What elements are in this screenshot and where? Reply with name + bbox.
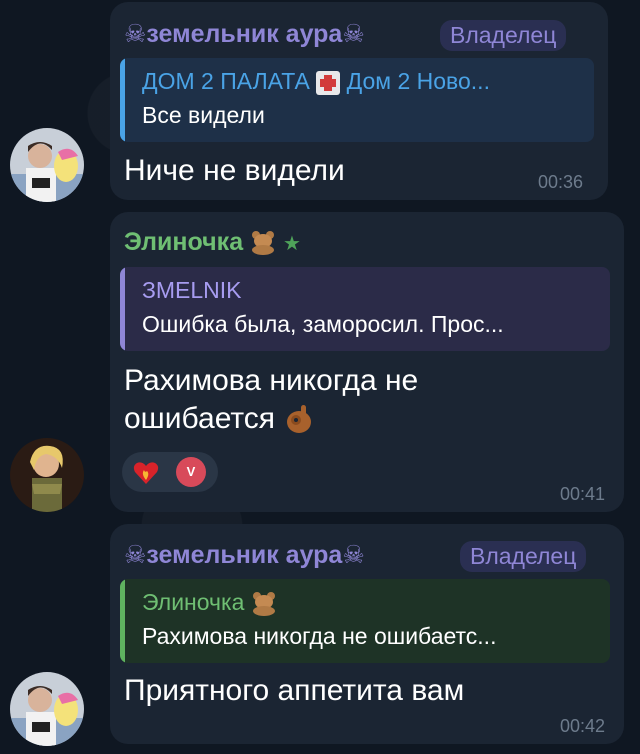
reply-quote[interactable]: ДОМ 2 ПАЛАТА Дом 2 Ново... Все видели (120, 58, 594, 142)
quote-title: Элиночка (142, 589, 277, 616)
skull-crossbones-icon: ☠ (342, 541, 365, 569)
message-text: Рахимова никогда не ошибается (124, 362, 418, 438)
star-icon: ★ (283, 233, 301, 255)
sender-name[interactable]: ☠земельник аура☠ (124, 19, 365, 49)
quote-title: ДОМ 2 ПАЛАТА Дом 2 Ново... (142, 68, 490, 95)
message-text: Приятного аппетита вам (124, 674, 465, 707)
quote-bar (120, 58, 125, 142)
teddy-bear-icon (250, 231, 276, 256)
heart-on-fire-icon[interactable] (132, 458, 160, 486)
quote-text: Ошибка была, заморосил. Проc... (142, 311, 504, 337)
avatar[interactable] (10, 672, 84, 746)
message-text-line-2: ошибается (124, 400, 418, 438)
message-time: 00:36 (538, 172, 584, 192)
skull-crossbones-icon: ☠ (124, 20, 147, 48)
reactions-bar[interactable]: V (122, 452, 218, 492)
ok-hand-icon (283, 405, 313, 435)
quote-bar (120, 267, 125, 351)
sender-name[interactable]: ☠земельник аура☠ (124, 540, 365, 570)
sender-name[interactable]: Элиночка ★ (124, 228, 301, 257)
quote-bar (120, 579, 125, 663)
avatar[interactable] (10, 128, 84, 202)
owner-badge: Владелец (440, 20, 567, 51)
message-bubble-3[interactable]: ☠земельник аура☠ Владелец Элиночка Рахим… (110, 524, 624, 744)
avatar[interactable] (10, 438, 84, 512)
reaction-avatar-badge[interactable]: V (176, 457, 206, 487)
message-bubble-1[interactable]: ☠земельник аура☠ Владелец ДОМ 2 ПАЛАТА Д… (110, 2, 608, 200)
message-text-line-1: Рахимова никогда не (124, 364, 419, 397)
message-text: Ниче не видели (124, 154, 345, 187)
message-bubble-2[interactable]: Элиночка ★ ЗMELNIK Ошибка была, замороси… (110, 212, 624, 512)
skull-crossbones-icon: ☠ (342, 20, 365, 48)
reply-quote[interactable]: Элиночка Рахимова никогда не ошибаетс... (120, 579, 610, 663)
message-time: 00:41 (560, 484, 606, 504)
quote-text: Все видели (142, 102, 265, 128)
quote-title: ЗMELNIK (142, 277, 242, 303)
message-time: 00:42 (560, 716, 606, 736)
teddy-bear-icon (251, 591, 277, 616)
reply-quote[interactable]: ЗMELNIK Ошибка была, заморосил. Проc... (120, 267, 610, 351)
hospital-icon (316, 70, 341, 95)
skull-crossbones-icon: ☠ (124, 541, 147, 569)
quote-text: Рахимова никогда не ошибаетс... (142, 623, 497, 649)
owner-badge: Владелец (460, 541, 587, 572)
